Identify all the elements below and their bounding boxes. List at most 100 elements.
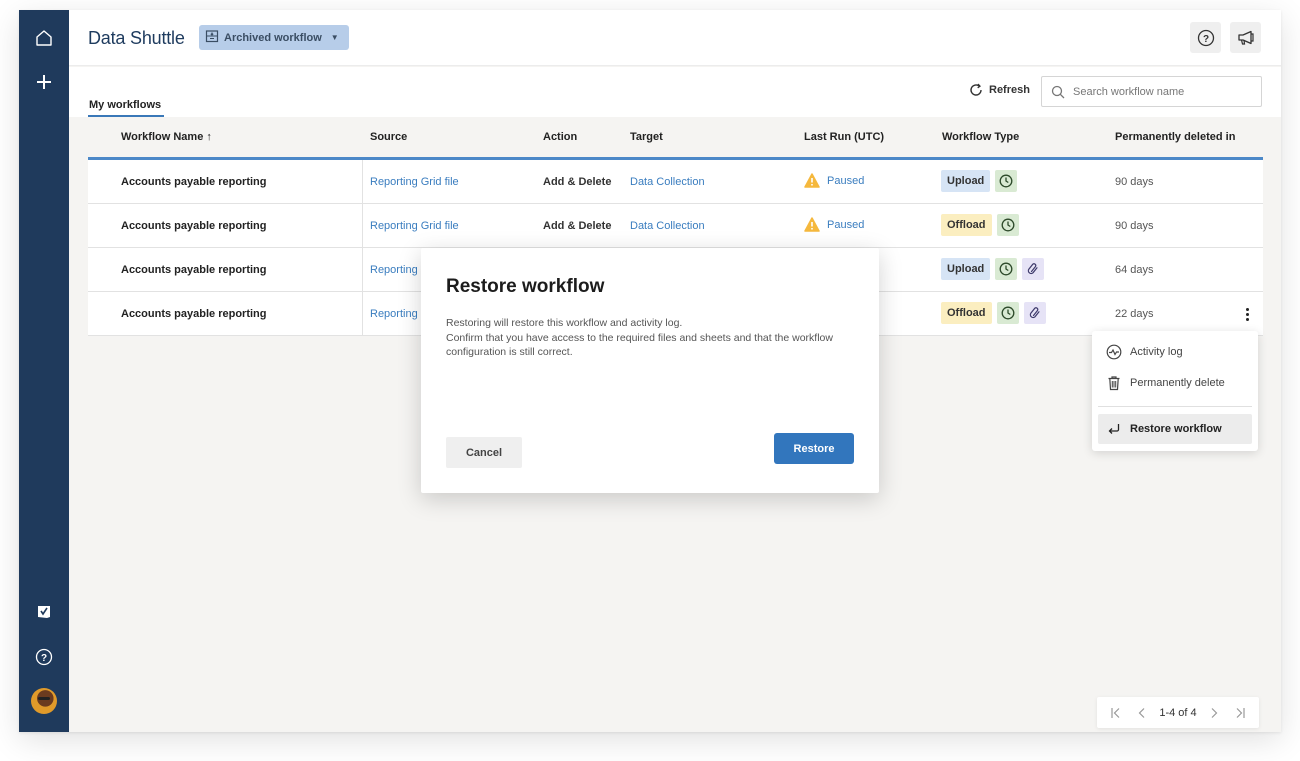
dialog-body: Restoring will restore this workflow and… (446, 316, 861, 360)
caret-down-icon: ▼ (330, 33, 339, 42)
help-icon[interactable]: ? (19, 642, 69, 672)
view-selector-label: Archived workflow (224, 31, 322, 44)
schedule-icon (995, 170, 1018, 192)
prev-page-button[interactable] (1129, 701, 1155, 725)
col-last-run[interactable]: Last Run (UTC) (804, 131, 884, 143)
search-icon (1051, 85, 1065, 98)
chevron-left-icon (1138, 707, 1145, 718)
last-run-label: Paused (827, 174, 865, 187)
col-workflow-name[interactable]: Workflow Name ↑ (121, 131, 212, 143)
workflow-name: Accounts payable reporting (121, 176, 267, 188)
next-page-button[interactable] (1201, 701, 1227, 725)
column-divider (362, 204, 363, 248)
chevron-right-icon (1211, 707, 1218, 718)
announcements-button[interactable] (1230, 22, 1261, 53)
megaphone-icon (1237, 30, 1254, 45)
table-header: Workflow Name ↑ Source Action Target Las… (88, 117, 1263, 160)
last-page-icon (1236, 707, 1245, 718)
warning-icon (804, 173, 820, 188)
table-row[interactable]: Accounts payable reporting Reporting Gri… (88, 204, 1263, 248)
table-row[interactable]: Accounts payable reporting Reporting Gri… (88, 160, 1263, 204)
first-page-button[interactable] (1103, 701, 1129, 725)
type-badge: Upload (941, 258, 991, 280)
checklist-icon[interactable] (19, 597, 69, 627)
cancel-button[interactable]: Cancel (446, 437, 522, 468)
plus-icon[interactable] (19, 67, 69, 97)
dialog-body-line: Confirm that you have access to the requ… (446, 331, 833, 359)
type-badge: Offload (941, 214, 992, 236)
help-button[interactable]: ? (1190, 22, 1221, 53)
workflow-name: Accounts payable reporting (121, 220, 267, 232)
col-deleted-in[interactable]: Permanently deleted in (1115, 131, 1235, 143)
col-source[interactable]: Source (370, 131, 407, 143)
schedule-icon (995, 258, 1018, 280)
page-range-label: 1-4 of 4 (1159, 706, 1197, 719)
menu-item-permanently-delete[interactable]: Permanently delete (1098, 368, 1252, 398)
svg-text:?: ? (1202, 34, 1208, 45)
workflow-type: Offload (941, 302, 1046, 324)
refresh-button[interactable]: Refresh (969, 83, 1030, 97)
app-window: ? Data Shuttle Archived workflow ▼ ? My … (19, 10, 1281, 732)
link-icon (1023, 302, 1046, 324)
col-target[interactable]: Target (630, 131, 663, 143)
search-field[interactable] (1041, 76, 1262, 107)
workflow-type: Upload (941, 170, 1018, 192)
search-input[interactable] (1073, 85, 1243, 98)
last-run-status[interactable]: Paused (804, 173, 864, 188)
workflow-name: Accounts payable reporting (121, 264, 267, 276)
deleted-in-value: 22 days (1115, 308, 1154, 320)
source-link[interactable]: Reporting (370, 264, 418, 276)
type-badge: Upload (941, 170, 991, 192)
row-context-menu: Activity log Permanently delete Restore … (1092, 331, 1258, 451)
dialog-body-line: Restoring will restore this workflow and… (446, 317, 683, 329)
column-divider (362, 160, 363, 204)
sidebar: ? (19, 10, 69, 732)
menu-item-label: Restore workflow (1130, 423, 1222, 435)
column-divider (362, 292, 363, 336)
restore-workflow-dialog: Restore workflow Restoring will restore … (421, 248, 879, 493)
row-more-menu-button[interactable] (1242, 304, 1252, 324)
menu-divider (1098, 406, 1252, 407)
workflow-type: Upload (941, 258, 1045, 280)
view-selector-dropdown[interactable]: Archived workflow ▼ (199, 25, 349, 50)
schedule-icon (996, 214, 1019, 236)
tab-my-workflows[interactable]: My workflows (89, 99, 161, 111)
home-icon[interactable] (19, 23, 69, 53)
source-link[interactable]: Reporting (370, 308, 418, 320)
help-icon: ? (1197, 29, 1214, 46)
menu-item-restore-workflow[interactable]: Restore workflow (1098, 414, 1252, 444)
last-run-label: Paused (827, 218, 865, 231)
target-link[interactable]: Data Collection (630, 176, 705, 188)
schedule-icon (996, 302, 1019, 324)
col-action[interactable]: Action (543, 131, 577, 143)
last-run-status[interactable]: Paused (804, 217, 864, 232)
activity-icon (1106, 344, 1122, 360)
trash-icon (1108, 376, 1120, 391)
deleted-in-value: 64 days (1115, 264, 1154, 276)
avatar[interactable] (31, 688, 57, 714)
app-title: Data Shuttle (88, 28, 185, 48)
action-value: Add & Delete (543, 220, 612, 232)
svg-text:?: ? (41, 653, 47, 664)
workflow-type: Offload (941, 214, 1019, 236)
restore-button[interactable]: Restore (774, 433, 854, 464)
last-page-button[interactable] (1227, 701, 1253, 725)
type-badge: Offload (941, 302, 992, 324)
column-divider (362, 248, 363, 292)
refresh-icon (970, 83, 982, 96)
link-icon (1022, 258, 1045, 280)
source-link[interactable]: Reporting Grid file (370, 220, 459, 232)
target-link[interactable]: Data Collection (630, 220, 705, 232)
col-workflow-type[interactable]: Workflow Type (942, 131, 1019, 143)
deleted-in-value: 90 days (1115, 176, 1154, 188)
source-link[interactable]: Reporting Grid file (370, 176, 459, 188)
first-page-icon (1111, 707, 1120, 718)
workflow-name: Accounts payable reporting (121, 308, 267, 320)
action-value: Add & Delete (543, 176, 612, 188)
pagination: 1-4 of 4 (1097, 697, 1259, 728)
dialog-title: Restore workflow (446, 276, 605, 297)
header: Data Shuttle Archived workflow ▼ ? (69, 10, 1281, 66)
menu-item-label: Permanently delete (1130, 377, 1225, 389)
menu-item-activity-log[interactable]: Activity log (1098, 337, 1252, 367)
deleted-in-value: 90 days (1115, 220, 1154, 232)
